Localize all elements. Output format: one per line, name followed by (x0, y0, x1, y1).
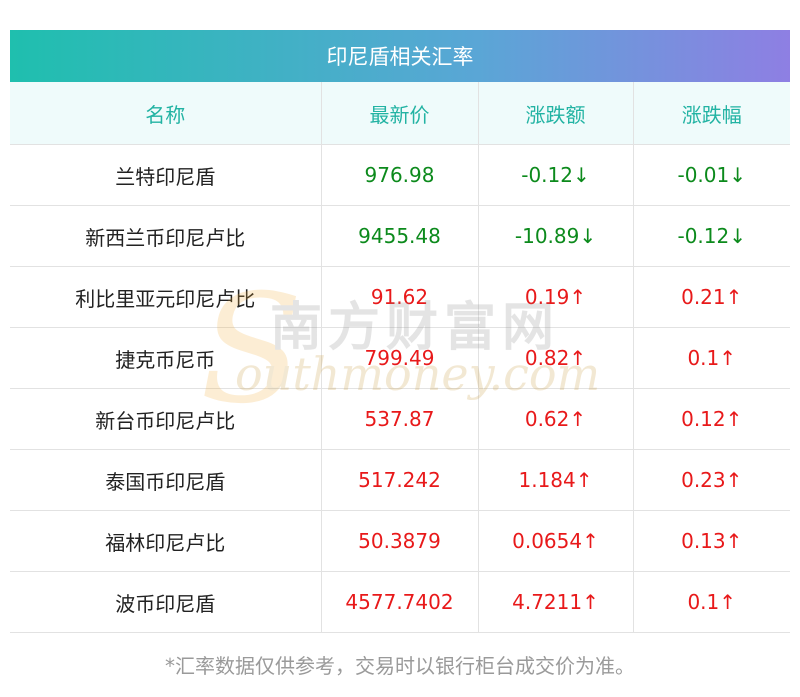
footnote: *汇率数据仅供参考，交易时以银行柜台成交价为准。 (165, 654, 635, 678)
change-cell: 0.19↑ (478, 266, 634, 328)
price-cell: 799.49 (321, 327, 479, 389)
currency-name-cell: 福林印尼卢比 (10, 510, 322, 572)
rate-table-panel: 印尼盾相关汇率 名称 最新价 涨跌额 涨跌幅 兰特印尼盾 976.98 -0.12↓… (10, 30, 790, 633)
table-row[interactable]: 福林印尼卢比 50.3879 0.0654↑ 0.13↑ (10, 510, 790, 572)
price-cell: 4577.7402 (321, 571, 479, 633)
table-row[interactable]: 捷克币尼币 799.49 0.82↑ 0.1↑ (10, 327, 790, 389)
table-row[interactable]: 新西兰币印尼卢比 9455.48 -10.89↓ -0.12↓ (10, 205, 790, 267)
price-cell: 9455.48 (321, 205, 479, 267)
change-cell: 0.82↑ (478, 327, 634, 389)
column-header-price: 最新价 (321, 82, 479, 145)
change-cell: -0.12↓ (478, 144, 634, 206)
change-cell: 0.0654↑ (478, 510, 634, 572)
currency-name-cell: 新西兰币印尼卢比 (10, 205, 322, 267)
column-header-name: 名称 (10, 82, 322, 145)
pct-cell: 0.13↑ (633, 510, 790, 572)
table-row[interactable]: 波币印尼盾 4577.7402 4.7211↑ 0.1↑ (10, 571, 790, 633)
price-cell: 517.242 (321, 449, 479, 511)
pct-cell: 0.1↑ (633, 327, 790, 389)
table-title: 印尼盾相关汇率 (10, 30, 790, 82)
rate-table: 名称 最新价 涨跌额 涨跌幅 兰特印尼盾 976.98 -0.12↓ -0.01↓ 新西… (10, 82, 790, 633)
table-row[interactable]: 利比里亚元印尼卢比 91.62 0.19↑ 0.21↑ (10, 266, 790, 328)
table-row[interactable]: 兰特印尼盾 976.98 -0.12↓ -0.01↓ (10, 144, 790, 206)
pct-cell: -0.01↓ (633, 144, 790, 206)
pct-cell: -0.12↓ (633, 205, 790, 267)
table-row[interactable]: 新台币印尼卢比 537.87 0.62↑ 0.12↑ (10, 388, 790, 450)
price-cell: 976.98 (321, 144, 479, 206)
currency-name-cell: 新台币印尼卢比 (10, 388, 322, 450)
currency-name-cell: 泰国币印尼盾 (10, 449, 322, 511)
pct-cell: 0.21↑ (633, 266, 790, 328)
currency-name-cell: 兰特印尼盾 (10, 144, 322, 206)
pct-cell: 0.23↑ (633, 449, 790, 511)
column-header-change: 涨跌额 (478, 82, 634, 145)
price-cell: 91.62 (321, 266, 479, 328)
column-header-pct: 涨跌幅 (633, 82, 790, 145)
currency-name-cell: 波币印尼盾 (10, 571, 322, 633)
change-cell: 4.7211↑ (478, 571, 634, 633)
price-cell: 537.87 (321, 388, 479, 450)
change-cell: 0.62↑ (478, 388, 634, 450)
pct-cell: 0.1↑ (633, 571, 790, 633)
price-cell: 50.3879 (321, 510, 479, 572)
header-row: 名称 最新价 涨跌额 涨跌幅 (10, 82, 790, 145)
change-cell: -10.89↓ (478, 205, 634, 267)
change-cell: 1.184↑ (478, 449, 634, 511)
currency-name-cell: 利比里亚元印尼卢比 (10, 266, 322, 328)
table-row[interactable]: 泰国币印尼盾 517.242 1.184↑ 0.23↑ (10, 449, 790, 511)
currency-name-cell: 捷克币尼币 (10, 327, 322, 389)
pct-cell: 0.12↑ (633, 388, 790, 450)
